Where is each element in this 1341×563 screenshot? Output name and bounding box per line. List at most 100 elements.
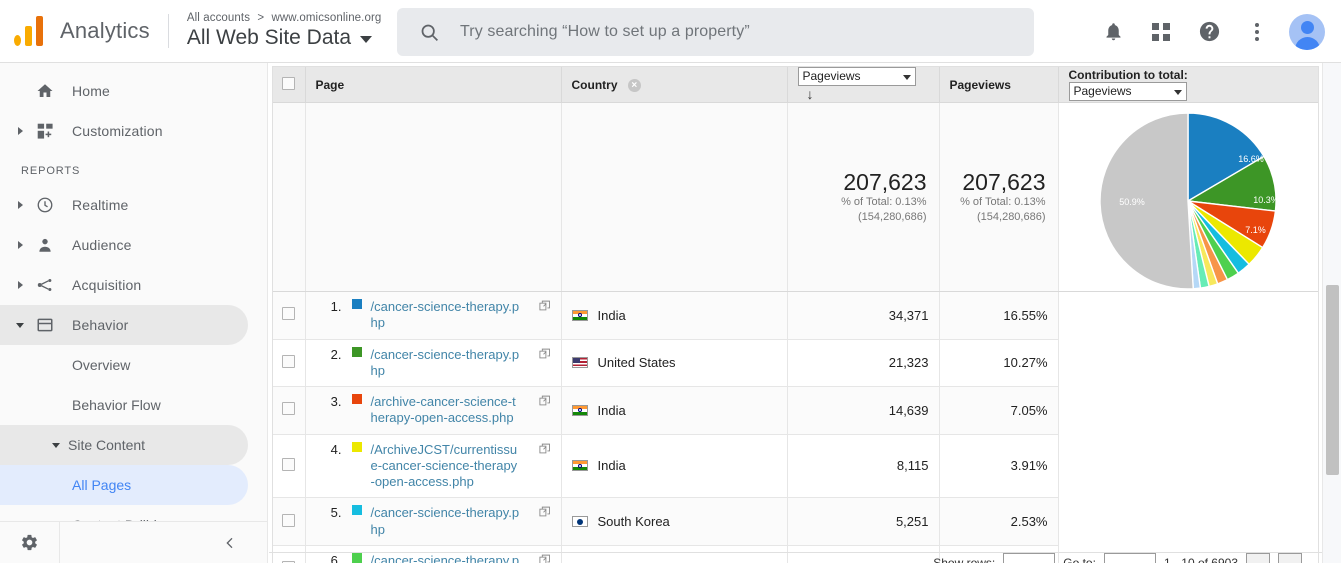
totals-pageviews-cell: 207,623 % of Total: 0.13% (154,280,686) — [939, 102, 1059, 292]
more-vert-icon[interactable] — [1233, 8, 1281, 56]
table-row[interactable]: 1. /cancer-science-therapy.php India 34,371… — [273, 291, 1318, 340]
row-checkbox[interactable] — [273, 497, 306, 546]
sidebar-item-label: Acquisition — [72, 277, 142, 293]
vertical-scrollbar[interactable] — [1322, 63, 1341, 563]
select-all-checkbox[interactable] — [273, 67, 306, 103]
page-link[interactable]: /archive-cancer-science-therapy-open-acc… — [371, 394, 521, 427]
sidebar-item-label: Realtime — [72, 197, 129, 213]
account-selector[interactable]: All accounts > www.omicsonline.org All W… — [187, 12, 382, 50]
table-row[interactable]: 2. /cancer-science-therapy.php United Stat… — [273, 339, 1318, 387]
sidebar-item-home[interactable]: Home — [0, 71, 248, 111]
column-header-sort-metric: Pageviews ↓ — [787, 67, 940, 103]
totals-pageviews-value: 207,623 — [843, 168, 927, 195]
sidebar-item-content-drilldown[interactable]: Content Drilldown — [0, 505, 248, 522]
open-in-new-icon[interactable] — [538, 505, 551, 521]
sidebar-item-behavior-flow[interactable]: Behavior Flow — [0, 385, 248, 425]
sidebar-item-site-content[interactable]: Site Content — [0, 425, 248, 465]
sidebar-section-reports: REPORTS — [21, 165, 81, 177]
analytics-logo-icon — [14, 16, 48, 46]
analytics-logo-group[interactable]: Analytics — [14, 16, 150, 46]
remove-dimension-icon[interactable]: × — [627, 78, 641, 92]
table-row[interactable]: 4. /ArchiveJCST/currentissue-cancer-scien… — [273, 434, 1318, 499]
column-header-pageviews[interactable]: Pageviews — [939, 67, 1059, 103]
pageviews-cell: 8,115 — [787, 434, 940, 499]
gear-icon[interactable] — [0, 521, 60, 563]
open-in-new-icon[interactable] — [538, 299, 551, 315]
next-page-button[interactable] — [1278, 553, 1302, 563]
row-checkbox[interactable] — [273, 291, 306, 340]
sidebar-subitem-label: Overview — [72, 357, 131, 373]
column-header-country-label: Country — [571, 77, 618, 92]
open-in-new-icon[interactable] — [538, 394, 551, 410]
sidebar-item-behavior[interactable]: Behavior — [0, 305, 248, 345]
breadcrumb-all-accounts[interactable]: All accounts — [187, 12, 250, 24]
expand-arrow-icon[interactable] — [10, 241, 30, 249]
country-label: India — [597, 402, 626, 418]
country-label: South Korea — [597, 514, 670, 529]
pie-label-1: 16.6% — [1238, 154, 1264, 164]
sidebar-item-label: Behavior — [72, 317, 129, 333]
help-icon[interactable] — [1185, 8, 1233, 56]
sort-metric-select[interactable]: Pageviews — [797, 67, 916, 86]
page-link[interactable]: /cancer-science-therapy.php — [371, 299, 521, 332]
totals-country-cell — [561, 102, 788, 292]
collapse-arrow-icon[interactable] — [52, 442, 60, 448]
expand-arrow-icon[interactable] — [10, 201, 30, 209]
sidebar-subitem-label: All Pages — [72, 477, 132, 493]
search-input[interactable]: Try searching “How to set up a property” — [397, 8, 1034, 56]
bell-icon[interactable] — [1089, 8, 1137, 56]
sidebar-item-customization[interactable]: Customization — [0, 111, 248, 151]
expand-arrow-icon[interactable] — [10, 127, 30, 135]
breadcrumb: All accounts > www.omicsonline.org — [187, 12, 382, 25]
sidebar-item-realtime[interactable]: Realtime — [0, 185, 248, 225]
page-cell: 5. /cancer-science-therapy.php — [305, 497, 562, 546]
column-header-page-label: Page — [315, 77, 345, 92]
column-header-page[interactable]: Page — [305, 67, 562, 103]
row-checkbox[interactable] — [273, 434, 306, 499]
behavior-icon — [32, 316, 58, 334]
pie-chart: 16.6% 10.3% 7.1% 50.9% — [1098, 111, 1279, 291]
row-checkbox[interactable] — [273, 339, 306, 387]
avatar[interactable] — [1289, 13, 1325, 50]
sidebar-item-all-pages[interactable]: All Pages — [0, 465, 248, 505]
customization-icon — [32, 123, 58, 140]
table-row[interactable]: 3. /archive-cancer-science-therapy-open-a… — [273, 386, 1318, 435]
country-label: India — [597, 307, 626, 323]
contribution-metric-select[interactable]: Pageviews — [1068, 82, 1187, 101]
show-rows-label: Show rows: — [933, 555, 996, 563]
expand-arrow-icon[interactable] — [10, 281, 30, 289]
pie-label-other: 50.9% — [1119, 197, 1145, 207]
page-cell: 2. /cancer-science-therapy.php — [305, 339, 562, 387]
contribution-cell: 16.55% — [939, 291, 1059, 340]
scrollbar-thumb[interactable] — [1326, 285, 1339, 475]
breadcrumb-separator: > — [257, 11, 265, 24]
column-header-contribution: Contribution to total: Pageviews — [1058, 67, 1318, 103]
page-link[interactable]: /ArchiveJCST/currentissue-cancer-science… — [371, 442, 521, 491]
open-in-new-icon[interactable] — [538, 347, 551, 363]
series-color-swatch — [351, 299, 362, 309]
sort-descending-icon[interactable]: ↓ — [807, 86, 814, 102]
sidebar-item-acquisition[interactable]: Acquisition — [0, 265, 248, 305]
row-index: 5. — [330, 505, 342, 521]
open-in-new-icon[interactable] — [538, 442, 551, 458]
collapse-arrow-icon[interactable] — [10, 322, 30, 328]
report-table-panel: Page Country × Pageviews ↓ Pageviews Con… — [272, 66, 1319, 563]
table-row[interactable]: 5. /cancer-science-therapy.php South Korea… — [273, 497, 1318, 546]
apps-grid-icon[interactable] — [1137, 8, 1185, 56]
row-checkbox[interactable] — [273, 386, 306, 435]
breadcrumb-property[interactable]: www.omicsonline.org — [271, 12, 381, 24]
column-header-country[interactable]: Country × — [561, 67, 788, 103]
sidebar-nav: Home Customization REPORTS Realtime Audi… — [0, 63, 267, 522]
page-link[interactable]: /cancer-science-therapy.php — [371, 505, 521, 538]
goto-label: Go to: — [1063, 555, 1096, 563]
page-link[interactable]: /cancer-science-therapy.php — [371, 347, 521, 380]
pie-slice[interactable] — [1099, 112, 1195, 290]
goto-page-input[interactable] — [1103, 553, 1156, 563]
property-name-row[interactable]: All Web Site Data — [187, 26, 382, 50]
chevron-left-icon[interactable] — [60, 535, 267, 551]
contribution-pie-cell: 16.6% 10.3% 7.1% 50.9% — [1058, 102, 1318, 292]
sidebar-item-audience[interactable]: Audience — [0, 225, 248, 265]
sidebar-item-overview[interactable]: Overview — [0, 345, 248, 385]
rows-per-page-select[interactable] — [1003, 553, 1056, 563]
prev-page-button[interactable] — [1246, 553, 1270, 563]
